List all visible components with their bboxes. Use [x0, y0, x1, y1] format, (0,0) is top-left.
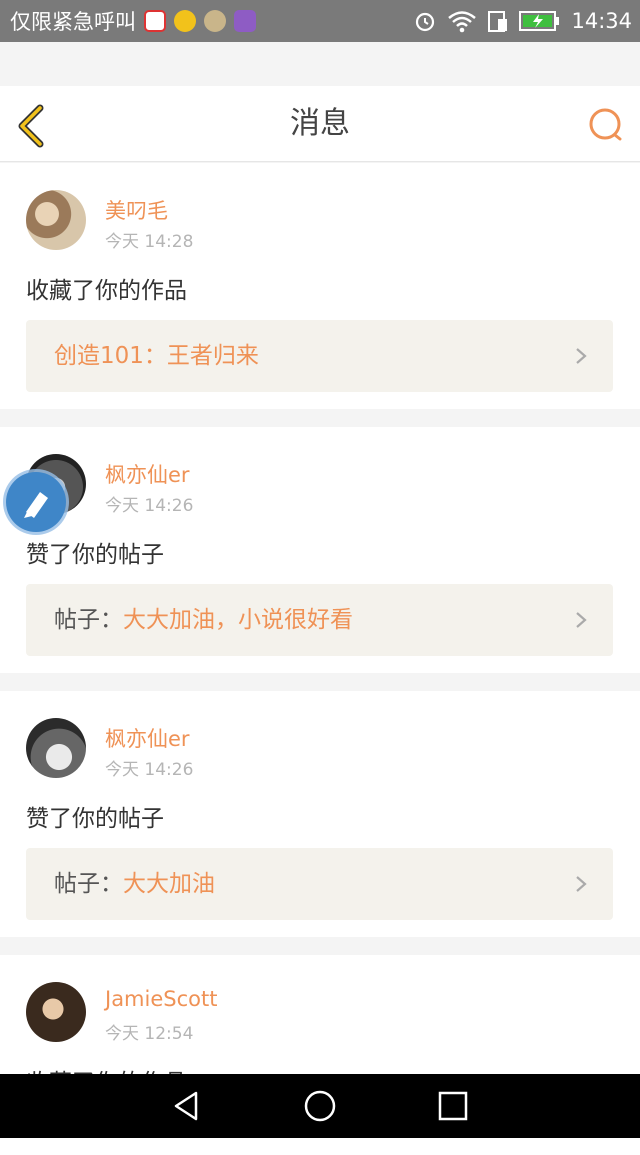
username[interactable]: 枫亦仙er — [105, 723, 190, 753]
message-item[interactable]: 美叼毛 今天 14:28 收藏了你的作品 创造101：王者归来 — [0, 163, 640, 409]
weibo-notification-icon — [144, 10, 166, 32]
link-prefix: 帖子： — [54, 607, 123, 633]
action-text: 赞了你的帖子 — [26, 542, 164, 568]
system-navigation-bar — [0, 1074, 640, 1138]
username[interactable]: 枫亦仙er — [105, 459, 190, 489]
action-text: 赞了你的帖子 — [26, 806, 164, 832]
nav-home-button[interactable] — [300, 1086, 340, 1126]
status-bar: 仅限紧急呼叫 14:34 — [0, 0, 640, 42]
app-notification-icon — [174, 10, 196, 32]
circle-home-icon — [304, 1090, 336, 1122]
timestamp: 今天 14:26 — [105, 760, 194, 780]
alarm-icon — [416, 12, 435, 32]
sim-icon — [488, 11, 508, 32]
link-prefix: 帖子： — [54, 871, 123, 897]
search-button[interactable] — [586, 106, 626, 146]
chevron-right-icon — [576, 876, 587, 892]
floating-assist-button[interactable] — [6, 472, 66, 532]
link-text: 创造101：王者归来 — [54, 343, 259, 369]
message-item[interactable]: 枫亦仙er 今天 14:26 赞了你的帖子 帖子：大大加油，小说很好看 — [0, 427, 640, 673]
avatar[interactable] — [26, 982, 86, 1042]
top-app-bar: 消息 — [0, 86, 640, 162]
square-recents-icon — [439, 1091, 468, 1121]
post-link[interactable]: 帖子：大大加油，小说很好看 — [26, 584, 613, 656]
username[interactable]: JamieScott — [105, 987, 217, 1011]
brush-icon — [24, 492, 48, 518]
chevron-right-icon — [576, 348, 587, 364]
avatar[interactable] — [26, 190, 86, 250]
work-link[interactable]: 创造101：王者归来 — [26, 320, 613, 392]
chevron-right-icon — [576, 612, 587, 628]
page-title: 消息 — [290, 106, 350, 141]
action-text: 收藏了你的作品 — [26, 278, 187, 304]
timestamp: 今天 14:28 — [105, 232, 194, 252]
photo-notification-icon — [204, 10, 226, 32]
post-link[interactable]: 帖子：大大加油 — [26, 848, 613, 920]
message-item[interactable]: 枫亦仙er 今天 14:26 赞了你的帖子 帖子：大大加油 — [0, 691, 640, 937]
link-text: 大大加油 — [123, 871, 215, 897]
timestamp: 今天 12:54 — [105, 1024, 194, 1044]
message-list: 美叼毛 今天 14:28 收藏了你的作品 创造101：王者归来 枫亦仙er 今天… — [0, 163, 640, 1155]
nav-recents-button[interactable] — [433, 1086, 473, 1126]
battery-charging-icon — [519, 11, 560, 31]
gallery-notification-icon — [234, 10, 256, 32]
triangle-back-icon — [174, 1091, 197, 1121]
wifi-icon — [448, 11, 477, 33]
clock: 14:34 — [571, 9, 632, 33]
avatar[interactable] — [26, 718, 86, 778]
link-text: 大大加油，小说很好看 — [123, 607, 353, 633]
search-icon — [589, 108, 622, 141]
username[interactable]: 美叼毛 — [105, 195, 168, 225]
nav-back-button[interactable] — [167, 1086, 207, 1126]
timestamp: 今天 14:26 — [105, 496, 194, 516]
carrier-label: 仅限紧急呼叫 — [10, 10, 136, 34]
